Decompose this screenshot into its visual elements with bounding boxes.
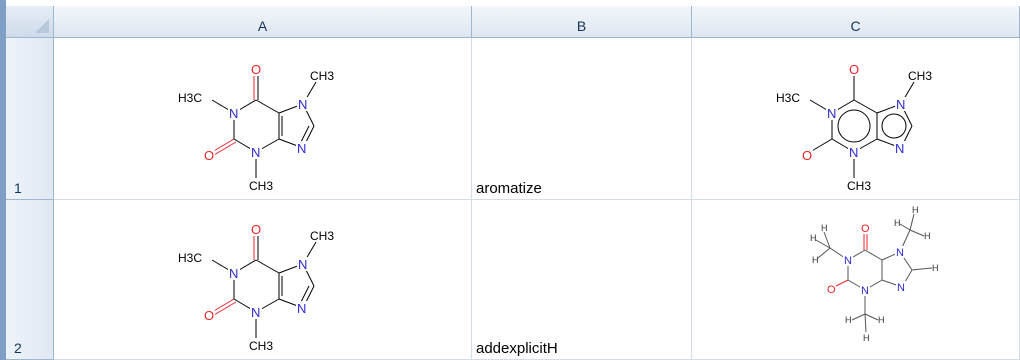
cell-c1[interactable]: O N N N N O H3C CH3 CH3	[692, 38, 1020, 200]
select-all-button[interactable]	[6, 6, 54, 38]
caffeine-structure: O N N N N O H3C CH3 CH3	[178, 62, 334, 193]
hydrogen-label: H	[924, 231, 931, 241]
cell-a2[interactable]: O N N N N O H3C CH3 CH3	[54, 200, 472, 360]
atom-n: N	[251, 145, 260, 160]
atom-o: O	[861, 223, 870, 235]
row-1: 1 O N N N N O H3C CH3 CH3 aromatize O N …	[6, 38, 1020, 200]
column-header-b[interactable]: B	[472, 6, 692, 38]
atom-o: O	[204, 148, 214, 163]
methyl-label: CH3	[908, 69, 932, 83]
hydrogen-label: H	[812, 255, 819, 265]
atom-n: N	[229, 266, 238, 281]
atom-n: N	[229, 106, 238, 121]
explicit-h-caffeine-structure: O N N N N O H H H H H H H H H H	[810, 205, 939, 343]
methyl-label: H3C	[776, 91, 800, 105]
spreadsheet: A B C 1 O N N N N O H3C CH3 CH3 aromatiz…	[0, 0, 1020, 360]
methyl-label: CH3	[847, 179, 871, 193]
cell-a1[interactable]: O N N N N O H3C CH3 CH3	[54, 38, 472, 200]
atom-o: O	[849, 62, 859, 77]
atom-n: N	[844, 255, 852, 267]
hydrogen-label: H	[863, 333, 870, 343]
hydrogen-label: H	[845, 315, 852, 325]
row-header-2[interactable]: 2	[6, 200, 54, 360]
hydrogen-label: H	[912, 205, 919, 215]
atom-n: N	[896, 97, 905, 112]
atom-n: N	[896, 247, 904, 259]
row-header-1[interactable]: 1	[6, 38, 54, 200]
hydrogen-label: H	[932, 263, 939, 273]
methyl-label: CH3	[249, 179, 273, 193]
atom-n: N	[251, 305, 260, 320]
column-header-c[interactable]: C	[692, 6, 1020, 38]
hydrogen-label: H	[810, 233, 817, 243]
select-all-icon	[35, 19, 49, 33]
hydrogen-label: H	[878, 315, 885, 325]
cell-b1[interactable]: aromatize	[472, 38, 692, 200]
atom-n: N	[897, 282, 905, 294]
atom-o: O	[251, 62, 261, 77]
atom-o: O	[251, 222, 261, 237]
atom-n: N	[861, 285, 869, 297]
atom-n: N	[297, 141, 306, 156]
column-header-row: A B C	[6, 6, 1020, 38]
cell-c2[interactable]: O N N N N O H H H H H H H H H H	[692, 200, 1020, 360]
atom-o: O	[204, 308, 214, 323]
methyl-label: CH3	[310, 229, 334, 243]
caffeine-structure: O N N N N O H3C CH3 CH3	[178, 222, 334, 353]
atom-n: N	[298, 97, 307, 112]
methyl-label: H3C	[178, 91, 202, 105]
atom-n: N	[827, 106, 836, 121]
methyl-label: H3C	[178, 251, 202, 265]
atom-n: N	[298, 257, 307, 272]
atom-o: O	[827, 284, 836, 296]
aromatic-caffeine-structure: O N N N N O H3C CH3 CH3	[776, 62, 932, 193]
atom-n: N	[297, 301, 306, 316]
cell-b2-text: addexplicitH	[476, 340, 558, 357]
cell-b2[interactable]: addexplicitH	[472, 200, 692, 360]
hydrogen-label: H	[821, 223, 828, 233]
methyl-label: CH3	[249, 339, 273, 353]
atom-o: O	[802, 148, 812, 163]
hydrogen-label: H	[894, 218, 901, 228]
column-header-a[interactable]: A	[54, 6, 472, 38]
atom-n: N	[849, 145, 858, 160]
cell-b1-text: aromatize	[476, 180, 542, 197]
row-2: 2 O N N N N O H3C CH3 CH3 addexplicitH O…	[6, 200, 1020, 360]
atom-n: N	[895, 141, 904, 156]
methyl-label: CH3	[310, 69, 334, 83]
